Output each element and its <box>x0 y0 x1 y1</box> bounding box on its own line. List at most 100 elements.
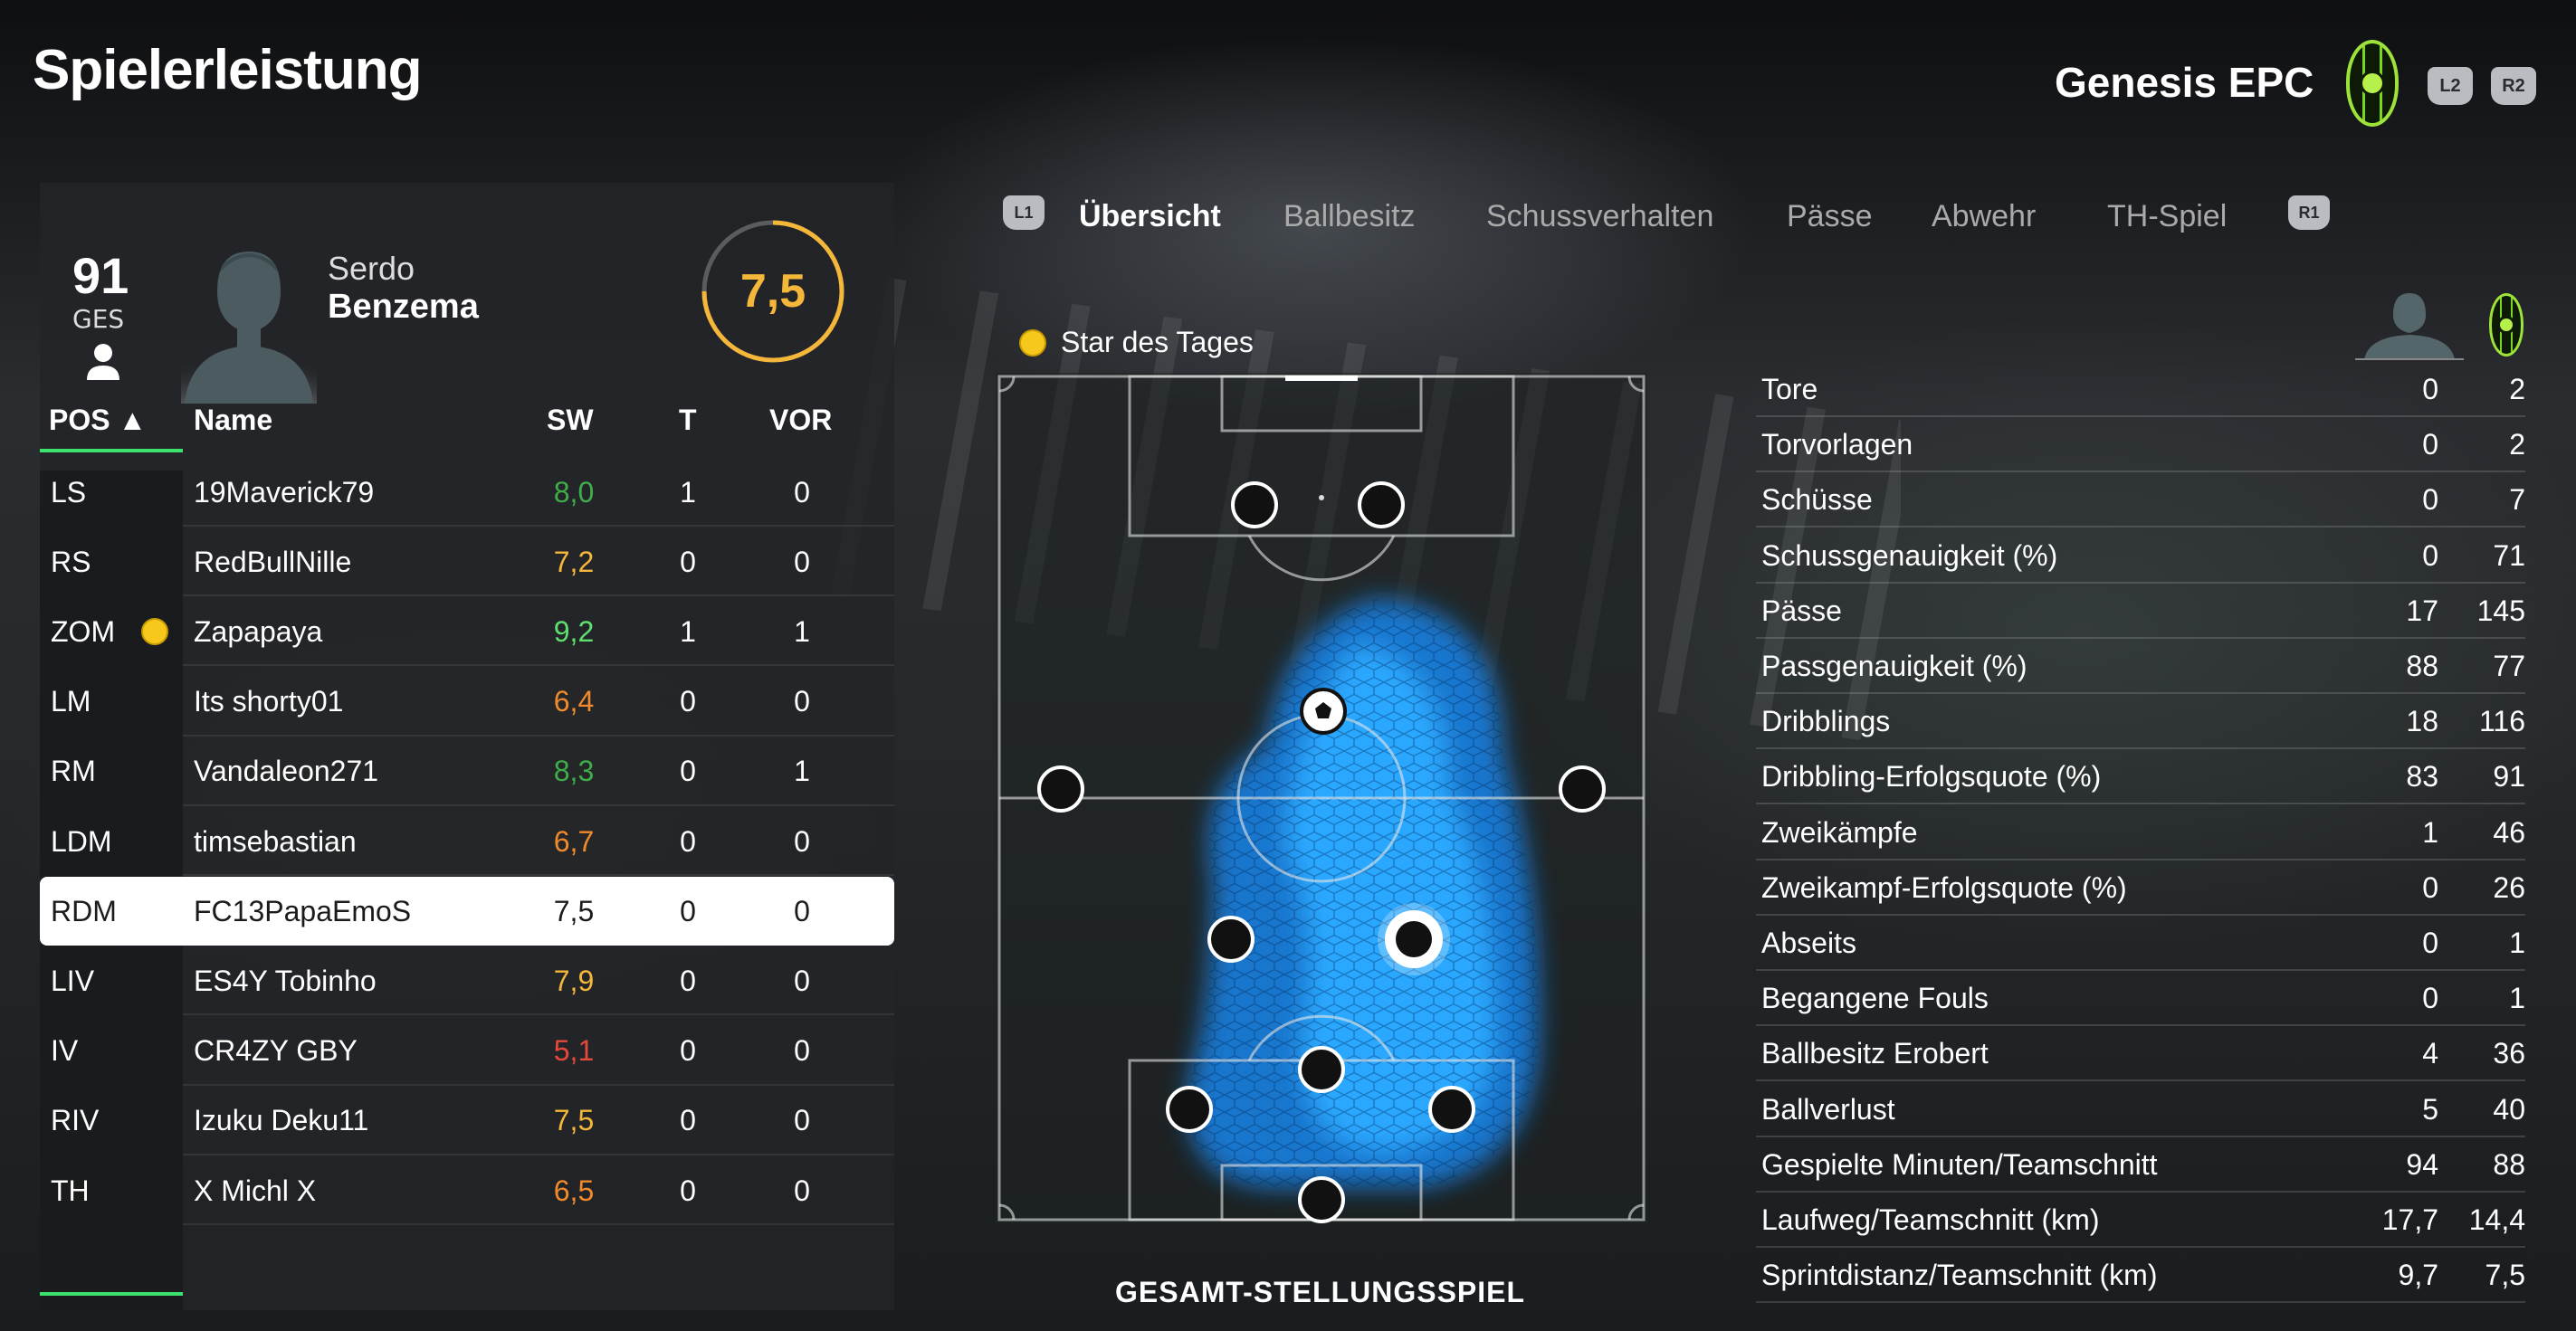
stat-team-value: 145 <box>2476 594 2525 627</box>
row-position: IV <box>51 1034 79 1068</box>
team-name: Genesis EPC <box>2055 59 2314 106</box>
tab-item[interactable]: Abwehr <box>1932 199 2036 234</box>
col-header-pos[interactable]: POS ▲ <box>49 404 147 437</box>
stat-team-value: 1 <box>2509 982 2525 1015</box>
stat-row: Zweikampf-Erfolgsquote (%) 0 26 <box>1756 860 2525 916</box>
col-header-vor[interactable]: VOR <box>769 404 832 437</box>
row-player-name: ES4Y Tobinho <box>194 964 377 997</box>
page-title: Spielerleistung <box>33 39 422 101</box>
overall-rating: 91 <box>72 247 129 304</box>
row-rating: 8,3 <box>553 755 595 788</box>
table-row[interactable]: RM Vandaleon271 8,3 0 1 <box>40 737 894 806</box>
tab-item[interactable]: Ballbesitz <box>1283 199 1416 234</box>
stat-player-value: 0 <box>2422 483 2438 517</box>
row-divider <box>183 594 894 597</box>
stat-team-value: 7,5 <box>2485 1259 2525 1292</box>
stat-label: Ballbesitz Erobert <box>1761 1037 1989 1070</box>
col-header-sw[interactable]: SW <box>547 404 594 437</box>
stat-row: Torvorlagen 0 2 <box>1756 417 2525 473</box>
l2-button-icon[interactable]: L2 <box>2428 67 2473 105</box>
col-header-t[interactable]: T <box>679 404 697 437</box>
stat-label: Laufweg/Teamschnitt (km) <box>1761 1203 2100 1236</box>
row-rating: 7,9 <box>553 964 595 997</box>
table-row[interactable]: RS RedBullNille 7,2 0 0 <box>40 528 894 597</box>
table-row[interactable]: TH X Michl X 6,5 0 0 <box>40 1156 894 1225</box>
stat-label: Abseits <box>1761 927 1856 959</box>
row-position: RIV <box>51 1104 100 1137</box>
row-assists: 0 <box>794 545 810 578</box>
stat-player-value: 4 <box>2422 1037 2438 1070</box>
row-assists: 0 <box>794 824 810 858</box>
table-row[interactable]: ZOM Zapapaya 9,2 1 1 <box>40 597 894 667</box>
table-row[interactable]: IV CR4ZY GBY 5,1 0 0 <box>40 1017 894 1086</box>
r2-button-icon[interactable]: R2 <box>2491 67 2536 105</box>
stat-row: Gespielte Minuten/Teamschnitt 94 88 <box>1756 1137 2525 1193</box>
stat-team-value: 71 <box>2493 538 2525 572</box>
row-divider <box>183 874 894 876</box>
row-player-name: CR4ZY GBY <box>194 1034 358 1068</box>
stat-label: Sprintdistanz/Teamschnitt (km) <box>1761 1259 2158 1292</box>
table-row[interactable]: LDM timsebastian 6,7 0 0 <box>40 807 894 876</box>
row-divider <box>183 525 894 527</box>
stat-label: Schüsse <box>1761 483 1873 517</box>
stat-player-value: 1 <box>2422 815 2438 849</box>
row-position: LS <box>51 475 87 509</box>
table-row[interactable]: LIV ES4Y Tobinho 7,9 0 0 <box>40 946 894 1016</box>
table-row[interactable]: LS 19Maverick79 8,0 1 0 <box>40 458 894 527</box>
stat-player-value: 5 <box>2422 1092 2438 1126</box>
table-row[interactable]: RIV Izuku Deku11 7,5 0 0 <box>40 1087 894 1155</box>
row-position: ZOM <box>51 614 116 648</box>
heatmap-pitch <box>996 373 1647 1223</box>
tab-item[interactable]: TH-Spiel <box>2107 199 2227 234</box>
row-assists: 0 <box>794 475 810 509</box>
col-header-name[interactable]: Name <box>194 404 272 437</box>
stat-player-value: 17,7 <box>2381 1203 2438 1236</box>
stat-player-value: 0 <box>2422 428 2438 461</box>
stat-team-value: 116 <box>2478 705 2525 738</box>
stat-row: Dribbling-Erfolgsquote (%) 83 91 <box>1756 749 2525 805</box>
tab-item[interactable]: Pässe <box>1787 199 1873 234</box>
row-goals: 0 <box>680 1104 696 1137</box>
stat-row: Passgenauigkeit (%) 88 77 <box>1756 639 2525 694</box>
row-assists: 0 <box>794 1174 810 1207</box>
tab-item[interactable]: Übersicht <box>1079 199 1221 234</box>
row-position: RS <box>51 545 91 578</box>
table-row[interactable]: RDM FC13PapaEmoS 7,5 0 0 <box>40 877 894 946</box>
stat-row: Schussgenauigkeit (%) 0 71 <box>1756 528 2525 584</box>
stat-label: Schussgenauigkeit (%) <box>1761 538 2058 572</box>
row-assists: 0 <box>794 1104 810 1137</box>
tab-item[interactable]: Schussverhalten <box>1486 199 1713 234</box>
row-player-name: Izuku Deku11 <box>194 1104 369 1137</box>
row-divider <box>183 734 894 737</box>
r1-button-icon[interactable]: R1 <box>2288 195 2330 230</box>
stat-row: Dribblings 18 116 <box>1756 694 2525 750</box>
row-divider <box>183 1223 894 1225</box>
stat-team-value: 91 <box>2493 760 2525 794</box>
stat-player-value: 0 <box>2422 982 2438 1015</box>
row-position: LDM <box>51 824 112 858</box>
player-last-name: Benzema <box>328 288 479 326</box>
row-position: LM <box>51 685 91 718</box>
stat-label: Dribblings <box>1761 705 1891 738</box>
list-bottom-indicator <box>40 1292 183 1296</box>
stat-label: Tore <box>1761 373 1818 405</box>
l1-button-icon[interactable]: L1 <box>1003 195 1045 230</box>
stat-player-value: 9,7 <box>2398 1259 2438 1292</box>
row-player-name: 19Maverick79 <box>194 475 375 509</box>
stat-team-value: 77 <box>2493 650 2525 682</box>
stat-player-value: 0 <box>2422 870 2438 904</box>
stat-row: Laufweg/Teamschnitt (km) 17,7 14,4 <box>1756 1193 2525 1248</box>
stat-label: Begangene Fouls <box>1761 982 1989 1015</box>
user-icon <box>87 344 119 380</box>
row-position: TH <box>51 1174 90 1207</box>
row-goals: 0 <box>680 1034 696 1068</box>
stat-team-value: 1 <box>2509 927 2525 959</box>
stat-team-value: 2 <box>2509 373 2525 405</box>
stat-player-value: 0 <box>2422 538 2438 572</box>
row-divider <box>183 1153 894 1155</box>
row-position: LIV <box>51 964 95 997</box>
table-row[interactable]: LM Its shorty01 6,4 0 0 <box>40 668 894 737</box>
row-goals: 0 <box>680 824 696 858</box>
stat-player-value: 0 <box>2422 373 2438 405</box>
stat-row: Zweikämpfe 1 46 <box>1756 805 2525 860</box>
